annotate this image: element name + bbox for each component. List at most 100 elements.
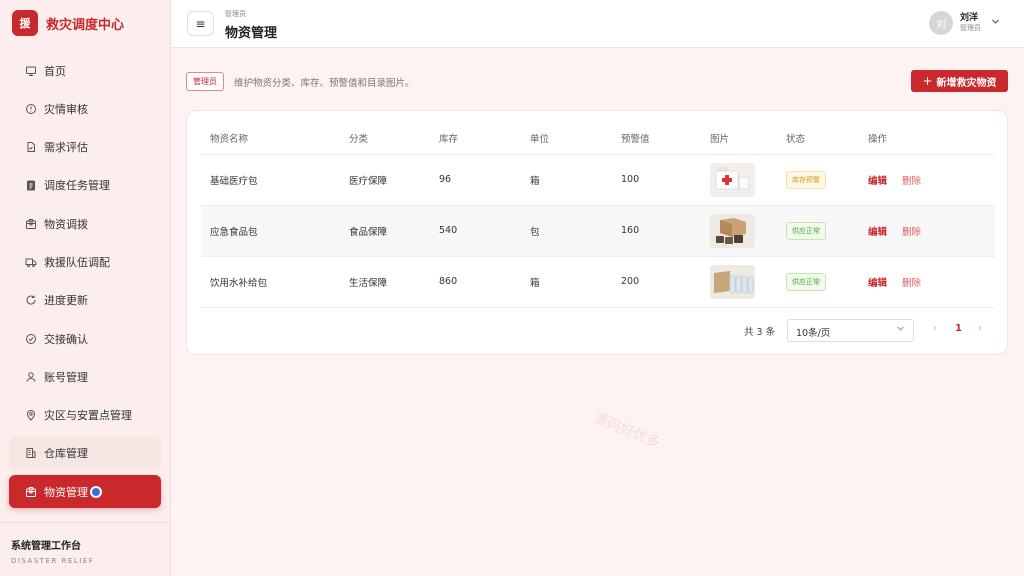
chevron-down-icon bbox=[896, 324, 905, 336]
sidebar-item-label: 灾情审核 bbox=[44, 102, 88, 116]
delete-button[interactable]: 删除 bbox=[902, 278, 921, 289]
medical-kit-image bbox=[710, 162, 755, 197]
material-name: 饮用水补给包 bbox=[201, 256, 340, 308]
user-role: 管理员 bbox=[960, 24, 981, 33]
column-header: 预警值 bbox=[612, 123, 701, 155]
status-badge: 供应正常 bbox=[786, 221, 826, 240]
material-unit: 箱 bbox=[521, 256, 612, 308]
chevron-down-icon bbox=[991, 17, 1000, 29]
package-icon bbox=[25, 486, 37, 498]
chevron-left-icon[interactable]: ‹ bbox=[933, 323, 937, 334]
status-badge: 供应正常 bbox=[786, 272, 826, 291]
sidebar-item-needs-assessment[interactable]: 需求评估 bbox=[9, 131, 161, 164]
column-header: 物资名称 bbox=[201, 123, 340, 155]
plus-icon: + bbox=[922, 74, 933, 88]
page-description: 维护物资分类、库存、预警值和目录图片。 bbox=[234, 77, 415, 89]
material-stock: 96 bbox=[430, 154, 521, 206]
top-header: ≡ 管理员 物资管理 刘 刘洋 管理员 bbox=[171, 0, 1024, 48]
workspace-subtitle: DISASTER RELIEF bbox=[11, 557, 95, 565]
current-page[interactable]: 1 bbox=[955, 323, 962, 334]
sidebar-item-label: 物资管理 bbox=[44, 485, 88, 499]
column-header: 分类 bbox=[340, 123, 430, 155]
sidebar-item-home[interactable]: 首页 bbox=[9, 54, 161, 87]
cursor-dot-icon bbox=[90, 485, 102, 498]
material-threshold: 160 bbox=[612, 205, 701, 257]
edit-button[interactable]: 编辑 bbox=[868, 227, 887, 238]
delete-button[interactable]: 删除 bbox=[902, 227, 921, 238]
total-count: 共 3 条 bbox=[744, 327, 776, 338]
user-icon bbox=[25, 371, 37, 383]
status-badge: 库存预警 bbox=[786, 170, 826, 189]
material-category: 生活保障 bbox=[340, 256, 430, 308]
sidebar-footer: 系统管理工作台 DISASTER RELIEF bbox=[0, 522, 170, 576]
user-name: 刘洋 bbox=[960, 13, 979, 23]
truck-icon bbox=[25, 256, 37, 268]
sidebar-item-handover-confirm[interactable]: 交接确认 bbox=[9, 322, 161, 355]
sidebar-item-disaster-area[interactable]: 灾区与安置点管理 bbox=[9, 399, 161, 432]
material-name: 基础医疗包 bbox=[201, 154, 340, 206]
sidebar-item-disaster-review[interactable]: 灾情审核 bbox=[9, 92, 161, 125]
user-menu[interactable]: 刘 刘洋 管理员 bbox=[929, 11, 1000, 35]
page-intro: 管理员 维护物资分类、库存、预警值和目录图片。 bbox=[186, 72, 415, 91]
sidebar-item-label: 物资调拨 bbox=[44, 217, 88, 231]
sidebar: 援 救灾调度中心 首页 灾情审核 需求评估 调度任务管理 物资调拨 救援队伍调配… bbox=[0, 0, 171, 576]
file-check-icon bbox=[25, 141, 37, 153]
sidebar-item-label: 首页 bbox=[44, 64, 66, 78]
material-threshold: 100 bbox=[612, 154, 701, 206]
sidebar-item-progress-update[interactable]: 进度更新 bbox=[9, 284, 161, 317]
refresh-icon bbox=[25, 294, 37, 306]
sidebar-item-label: 交接确认 bbox=[44, 332, 88, 346]
chevron-right-icon[interactable]: › bbox=[978, 323, 982, 334]
sidebar-item-label: 救援队伍调配 bbox=[44, 255, 110, 269]
column-header: 单位 bbox=[521, 123, 612, 155]
sidebar-item-material-management[interactable]: 物资管理 bbox=[9, 475, 161, 509]
workspace-title: 系统管理工作台 bbox=[11, 541, 81, 552]
water-pack-image bbox=[710, 264, 755, 299]
edit-button[interactable]: 编辑 bbox=[868, 278, 887, 289]
brand-title: 救灾调度中心 bbox=[46, 17, 125, 33]
sidebar-item-account-management[interactable]: 账号管理 bbox=[9, 360, 161, 393]
sidebar-item-warehouse[interactable]: 仓库管理 bbox=[9, 436, 161, 470]
watermark: 源码好优多 bbox=[591, 410, 663, 452]
add-material-label: 新增救灾物资 bbox=[936, 77, 997, 89]
monitor-icon bbox=[25, 65, 37, 77]
material-unit: 包 bbox=[521, 205, 612, 257]
material-category: 医疗保障 bbox=[340, 154, 430, 206]
sidebar-item-material-transfer[interactable]: 物资调拨 bbox=[9, 207, 161, 240]
material-table-card: 物资名称 分类 库存 单位 预警值 图片 状态 操作 基础医疗包 医疗保障 96… bbox=[186, 110, 1008, 355]
edit-button[interactable]: 编辑 bbox=[868, 176, 887, 187]
hamburger-icon: ≡ bbox=[195, 16, 206, 31]
table-row: 饮用水补给包 生活保障 860 箱 200 供应正常 编辑 删除 bbox=[201, 256, 995, 308]
column-header: 库存 bbox=[430, 123, 521, 155]
column-header: 图片 bbox=[701, 123, 777, 155]
clipboard-icon bbox=[25, 179, 37, 191]
material-category: 食品保障 bbox=[340, 205, 430, 257]
page-size-value: 10条/页 bbox=[796, 328, 831, 339]
page-title: 物资管理 bbox=[225, 26, 278, 41]
column-header: 操作 bbox=[859, 123, 995, 155]
sidebar-item-label: 调度任务管理 bbox=[44, 179, 110, 193]
sidebar-item-team-deployment[interactable]: 救援队伍调配 bbox=[9, 245, 161, 278]
sidebar-item-label: 账号管理 bbox=[44, 370, 88, 384]
page-size-select[interactable]: 10条/页 bbox=[787, 319, 914, 342]
breadcrumb-role: 管理员 bbox=[225, 10, 246, 18]
sidebar-item-label: 进度更新 bbox=[44, 294, 88, 308]
material-stock: 860 bbox=[430, 256, 521, 308]
table-row: 基础医疗包 医疗保障 96 箱 100 库存预警 编辑 删除 bbox=[201, 154, 995, 206]
sidebar-item-dispatch-tasks[interactable]: 调度任务管理 bbox=[9, 169, 161, 202]
check-circle-icon bbox=[25, 333, 37, 345]
food-pack-image bbox=[710, 213, 755, 248]
material-unit: 箱 bbox=[521, 154, 612, 206]
sidebar-nav: 首页 灾情审核 需求评估 调度任务管理 物资调拨 救援队伍调配 进度更新 交接确… bbox=[0, 46, 170, 509]
material-name: 应急食品包 bbox=[201, 205, 340, 257]
add-material-button[interactable]: + 新增救灾物资 bbox=[911, 70, 1008, 92]
pagination: 共 3 条 10条/页 ‹ 1 › bbox=[187, 319, 1009, 343]
table-row: 应急食品包 食品保障 540 包 160 供应正常 编辑 删除 bbox=[201, 205, 995, 257]
package-icon bbox=[25, 218, 37, 230]
column-header: 状态 bbox=[777, 123, 859, 155]
sidebar-item-label: 需求评估 bbox=[44, 141, 88, 155]
material-stock: 540 bbox=[430, 205, 521, 257]
menu-toggle-button[interactable]: ≡ bbox=[187, 11, 214, 36]
sidebar-item-label: 仓库管理 bbox=[44, 447, 88, 461]
delete-button[interactable]: 删除 bbox=[902, 176, 921, 187]
